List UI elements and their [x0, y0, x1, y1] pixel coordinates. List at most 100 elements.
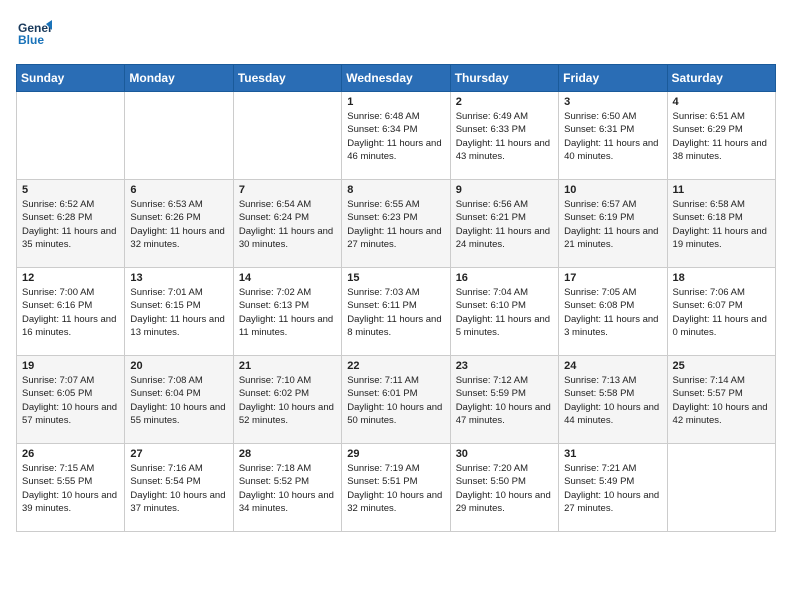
logo-icon: General Blue: [16, 16, 52, 52]
day-number: 5: [22, 184, 119, 196]
cell-text: Sunrise: 7:14 AM: [673, 374, 770, 387]
day-number: 18: [673, 272, 770, 284]
day-number: 1: [347, 96, 444, 108]
cell-text: Sunrise: 7:11 AM: [347, 374, 444, 387]
day-number: 7: [239, 184, 336, 196]
cell-text: Sunset: 6:15 PM: [130, 299, 227, 312]
calendar-cell: 11Sunrise: 6:58 AMSunset: 6:18 PMDayligh…: [667, 180, 775, 268]
calendar-cell: 30Sunrise: 7:20 AMSunset: 5:50 PMDayligh…: [450, 444, 558, 532]
cell-text: Daylight: 11 hours and 16 minutes.: [22, 313, 119, 340]
cell-text: Sunrise: 6:48 AM: [347, 110, 444, 123]
cell-text: Sunrise: 7:20 AM: [456, 462, 553, 475]
day-number: 30: [456, 448, 553, 460]
cell-text: Daylight: 10 hours and 47 minutes.: [456, 401, 553, 428]
cell-text: Sunset: 6:13 PM: [239, 299, 336, 312]
calendar-cell: 8Sunrise: 6:55 AMSunset: 6:23 PMDaylight…: [342, 180, 450, 268]
calendar-cell: 20Sunrise: 7:08 AMSunset: 6:04 PMDayligh…: [125, 356, 233, 444]
day-number: 10: [564, 184, 661, 196]
cell-text: Sunset: 5:57 PM: [673, 387, 770, 400]
calendar-cell: 19Sunrise: 7:07 AMSunset: 6:05 PMDayligh…: [17, 356, 125, 444]
cell-text: Sunrise: 7:21 AM: [564, 462, 661, 475]
cell-text: Daylight: 11 hours and 13 minutes.: [130, 313, 227, 340]
cell-text: Sunset: 6:33 PM: [456, 123, 553, 136]
cell-text: Daylight: 11 hours and 0 minutes.: [673, 313, 770, 340]
cell-text: Daylight: 10 hours and 44 minutes.: [564, 401, 661, 428]
cell-text: Sunset: 6:01 PM: [347, 387, 444, 400]
cell-text: Sunset: 5:54 PM: [130, 475, 227, 488]
weekday-header: Wednesday: [342, 65, 450, 92]
cell-text: Sunrise: 7:01 AM: [130, 286, 227, 299]
calendar-table: SundayMondayTuesdayWednesdayThursdayFrid…: [16, 64, 776, 532]
day-number: 4: [673, 96, 770, 108]
calendar-cell: 27Sunrise: 7:16 AMSunset: 5:54 PMDayligh…: [125, 444, 233, 532]
cell-text: Sunset: 6:29 PM: [673, 123, 770, 136]
cell-text: Sunrise: 6:52 AM: [22, 198, 119, 211]
cell-text: Daylight: 10 hours and 57 minutes.: [22, 401, 119, 428]
calendar-cell: 22Sunrise: 7:11 AMSunset: 6:01 PMDayligh…: [342, 356, 450, 444]
cell-text: Daylight: 11 hours and 11 minutes.: [239, 313, 336, 340]
cell-text: Daylight: 11 hours and 35 minutes.: [22, 225, 119, 252]
calendar-cell: 2Sunrise: 6:49 AMSunset: 6:33 PMDaylight…: [450, 92, 558, 180]
cell-text: Sunrise: 7:12 AM: [456, 374, 553, 387]
cell-text: Sunrise: 7:16 AM: [130, 462, 227, 475]
calendar-cell: 16Sunrise: 7:04 AMSunset: 6:10 PMDayligh…: [450, 268, 558, 356]
cell-text: Sunrise: 7:07 AM: [22, 374, 119, 387]
weekday-header: Sunday: [17, 65, 125, 92]
cell-text: Daylight: 10 hours and 32 minutes.: [347, 489, 444, 516]
calendar-cell: 21Sunrise: 7:10 AMSunset: 6:02 PMDayligh…: [233, 356, 341, 444]
day-number: 14: [239, 272, 336, 284]
weekday-header: Monday: [125, 65, 233, 92]
cell-text: Daylight: 11 hours and 27 minutes.: [347, 225, 444, 252]
cell-text: Daylight: 11 hours and 24 minutes.: [456, 225, 553, 252]
cell-text: Daylight: 11 hours and 21 minutes.: [564, 225, 661, 252]
cell-text: Sunset: 6:26 PM: [130, 211, 227, 224]
cell-text: Sunrise: 7:08 AM: [130, 374, 227, 387]
cell-text: Sunset: 6:04 PM: [130, 387, 227, 400]
cell-text: Sunset: 6:28 PM: [22, 211, 119, 224]
cell-text: Sunset: 5:52 PM: [239, 475, 336, 488]
cell-text: Sunrise: 6:57 AM: [564, 198, 661, 211]
calendar-cell: 12Sunrise: 7:00 AMSunset: 6:16 PMDayligh…: [17, 268, 125, 356]
cell-text: Sunrise: 7:05 AM: [564, 286, 661, 299]
day-number: 13: [130, 272, 227, 284]
day-number: 24: [564, 360, 661, 372]
cell-text: Sunrise: 6:54 AM: [239, 198, 336, 211]
cell-text: Sunrise: 7:04 AM: [456, 286, 553, 299]
logo: General Blue: [16, 16, 56, 52]
calendar-cell: 9Sunrise: 6:56 AMSunset: 6:21 PMDaylight…: [450, 180, 558, 268]
cell-text: Sunrise: 6:50 AM: [564, 110, 661, 123]
calendar-cell: [233, 92, 341, 180]
calendar-cell: 23Sunrise: 7:12 AMSunset: 5:59 PMDayligh…: [450, 356, 558, 444]
cell-text: Sunset: 6:08 PM: [564, 299, 661, 312]
calendar-cell: [125, 92, 233, 180]
cell-text: Sunset: 6:34 PM: [347, 123, 444, 136]
day-number: 11: [673, 184, 770, 196]
day-number: 28: [239, 448, 336, 460]
cell-text: Sunset: 6:07 PM: [673, 299, 770, 312]
calendar-cell: 6Sunrise: 6:53 AMSunset: 6:26 PMDaylight…: [125, 180, 233, 268]
cell-text: Sunrise: 7:19 AM: [347, 462, 444, 475]
day-number: 20: [130, 360, 227, 372]
calendar-cell: 28Sunrise: 7:18 AMSunset: 5:52 PMDayligh…: [233, 444, 341, 532]
calendar-cell: 7Sunrise: 6:54 AMSunset: 6:24 PMDaylight…: [233, 180, 341, 268]
calendar-cell: 15Sunrise: 7:03 AMSunset: 6:11 PMDayligh…: [342, 268, 450, 356]
calendar-cell: 25Sunrise: 7:14 AMSunset: 5:57 PMDayligh…: [667, 356, 775, 444]
calendar-cell: 31Sunrise: 7:21 AMSunset: 5:49 PMDayligh…: [559, 444, 667, 532]
cell-text: Daylight: 10 hours and 52 minutes.: [239, 401, 336, 428]
cell-text: Sunset: 6:31 PM: [564, 123, 661, 136]
cell-text: Daylight: 10 hours and 50 minutes.: [347, 401, 444, 428]
cell-text: Sunrise: 6:49 AM: [456, 110, 553, 123]
cell-text: Daylight: 11 hours and 40 minutes.: [564, 137, 661, 164]
day-number: 29: [347, 448, 444, 460]
calendar-cell: 29Sunrise: 7:19 AMSunset: 5:51 PMDayligh…: [342, 444, 450, 532]
cell-text: Sunset: 6:23 PM: [347, 211, 444, 224]
weekday-header: Tuesday: [233, 65, 341, 92]
cell-text: Sunset: 6:24 PM: [239, 211, 336, 224]
calendar-cell: 5 Sunrise: 6:52 AMSunset: 6:28 PMDaylight…: [17, 180, 125, 268]
cell-text: Daylight: 10 hours and 39 minutes.: [22, 489, 119, 516]
cell-text: Daylight: 11 hours and 5 minutes.: [456, 313, 553, 340]
weekday-header: Friday: [559, 65, 667, 92]
cell-text: Sunset: 5:49 PM: [564, 475, 661, 488]
cell-text: Sunset: 5:55 PM: [22, 475, 119, 488]
day-number: 23: [456, 360, 553, 372]
